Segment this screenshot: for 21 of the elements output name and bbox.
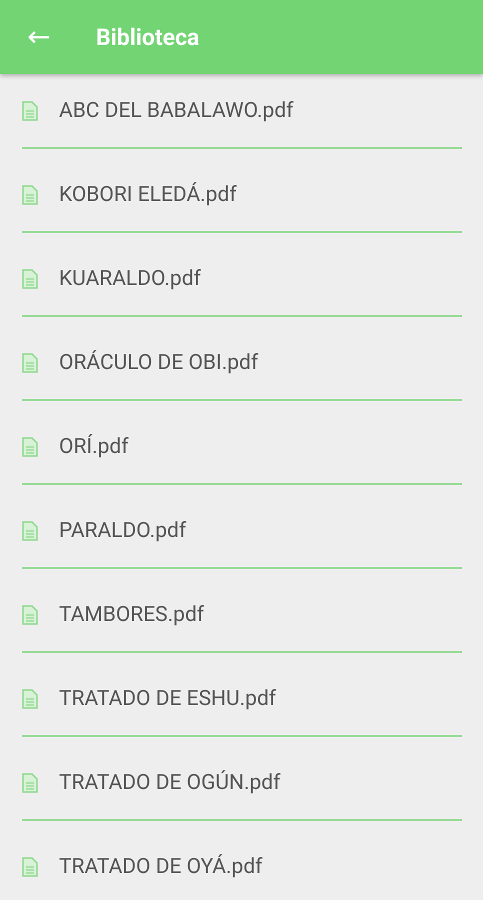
document-icon	[22, 605, 38, 625]
file-item[interactable]: ORÍ.pdf	[22, 411, 462, 485]
screen-title: Biblioteca	[96, 24, 200, 50]
file-item[interactable]: TRATADO DE OGÚN.pdf	[22, 747, 462, 821]
document-icon	[22, 353, 38, 373]
file-item[interactable]: PARALDO.pdf	[22, 495, 462, 569]
file-item[interactable]: TRATADO DE ESHU.pdf	[22, 663, 462, 737]
file-item[interactable]: ORÁCULO DE OBI.pdf	[22, 327, 462, 401]
file-item[interactable]: TAMBORES.pdf	[22, 579, 462, 653]
document-icon	[22, 773, 38, 793]
file-item[interactable]: KUARALDO.pdf	[22, 243, 462, 317]
document-icon	[22, 689, 38, 709]
document-icon	[22, 185, 38, 205]
file-item[interactable]: KOBORI ELEDÁ.pdf	[22, 159, 462, 233]
document-icon	[22, 101, 38, 121]
document-icon	[22, 857, 38, 877]
document-icon	[22, 521, 38, 541]
file-item[interactable]: TRATADO DE OYÁ.pdf	[22, 831, 462, 879]
document-icon	[22, 437, 38, 457]
file-item[interactable]: ABC DEL BABALAWO.pdf	[22, 75, 462, 149]
document-icon	[22, 269, 38, 289]
